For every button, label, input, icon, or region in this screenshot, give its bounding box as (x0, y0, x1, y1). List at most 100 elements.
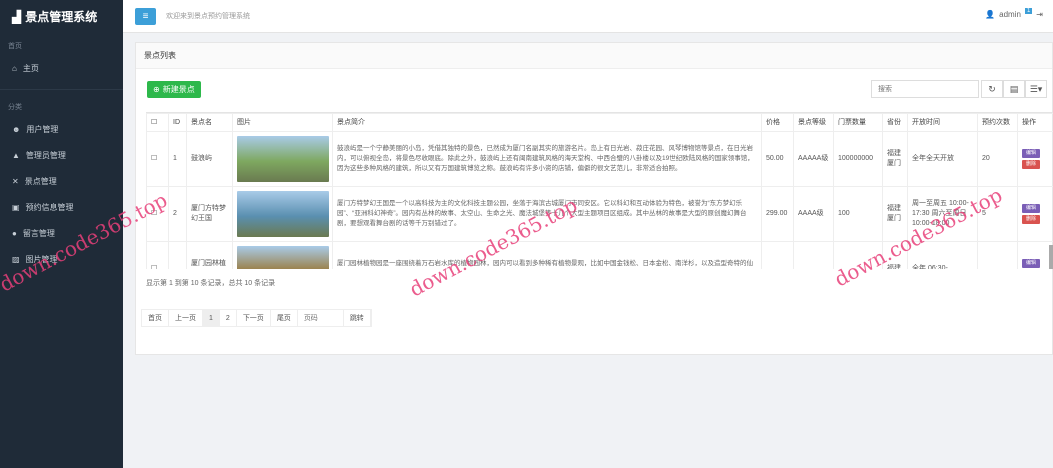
comment-icon: ● (12, 228, 17, 238)
cell-name: 厦门园林植物园 (186, 241, 233, 269)
sidebar-item-images[interactable]: ▨ 图片管理 (0, 246, 123, 272)
sidebar-item-spots[interactable]: ✕ 景点管理 (0, 168, 123, 194)
add-spot-button[interactable]: ⊕ 新建景点 (147, 81, 201, 98)
prev-page[interactable]: 上一页 (169, 310, 203, 326)
cell-name: 鼓浪屿 (186, 131, 233, 187)
row-checkbox[interactable]: ☐ (146, 131, 169, 187)
col-header[interactable]: 景点名 (186, 113, 233, 132)
col-header[interactable]: ID (168, 113, 187, 132)
cell-level (793, 241, 834, 269)
sidebar-item-messages[interactable]: ● 留言管理 (0, 220, 123, 246)
cell-id (168, 241, 187, 269)
table-row: ☐ 1 鼓浪屿 鼓浪屿是一个宁静美丽的小岛，凭借其独特的景色，已然成为厦门名副其… (146, 131, 1053, 187)
col-header[interactable]: 省份 (882, 113, 908, 132)
welcome-text: 欢迎来到景点预约管理系统 (166, 13, 250, 20)
desc-text: 鼓浪屿是一个宁静美丽的小岛，凭借其独特的景色，已然成为厦门名副其实的旅游名片。岛… (337, 145, 754, 172)
row-checkbox[interactable]: ☐ (146, 241, 169, 269)
cell-actions: 编辑删除 (1017, 241, 1053, 269)
cell-id: 2 (168, 186, 187, 242)
col-header[interactable]: 门票数量 (833, 113, 883, 132)
col-header[interactable]: 图片 (232, 113, 333, 132)
cell-actions: 编辑删除 (1017, 186, 1053, 242)
cell-price: 50.00 (761, 131, 794, 187)
col-header[interactable]: 价格 (761, 113, 794, 132)
refresh-icon[interactable]: ↻ (981, 80, 1003, 98)
cell-open-time: 全年 06:30- (907, 241, 978, 269)
scrollbar[interactable] (1049, 245, 1053, 269)
logout-icon[interactable]: ⇥ (1036, 10, 1043, 19)
app-title: 景点管理系统 (25, 10, 98, 24)
row-checkbox[interactable]: ☐ (146, 186, 169, 242)
delete-button[interactable]: 删除 (1022, 160, 1040, 169)
spot-image (237, 191, 329, 237)
label: 留言管理 (22, 228, 55, 238)
edit-button[interactable]: 编辑 (1022, 259, 1040, 268)
desc-text: 厦门方特梦幻王国是一个以高科技为主的文化科技主题公园，坐落于海滨古城厦门市同安区… (337, 200, 747, 227)
spot-image (237, 246, 329, 269)
sidebar-item-users[interactable]: ☻ 用户管理 (0, 116, 123, 142)
menu-toggle-button[interactable]: ≡ (135, 7, 156, 25)
cell-image (232, 241, 333, 269)
jump-button[interactable]: 跳转 (344, 310, 371, 326)
sidebar-item-bookings[interactable]: ▣ 预约信息管理 (0, 194, 123, 220)
sidebar-item-admins[interactable]: ▲ 管理员管理 (0, 142, 123, 168)
edit-button[interactable]: 编辑 (1022, 149, 1040, 158)
cell-province: 福建 (882, 241, 908, 269)
page-2[interactable]: 2 (220, 310, 237, 326)
cell-name: 厦门方特梦幻王国 (186, 186, 233, 242)
table-row: ☐ 2 厦门方特梦幻王国 厦门方特梦幻王国是一个以高科技为主的文化科技主题公园，… (146, 186, 1053, 242)
section-label: 首页 (8, 43, 22, 50)
user-icon: 👤 (985, 10, 996, 19)
page-number-input[interactable] (297, 310, 344, 326)
cell-province: 福建厦门 (882, 131, 908, 187)
tools-icon: ✕ (12, 176, 19, 186)
first-page[interactable]: 首页 (142, 310, 169, 326)
username: admin (999, 10, 1021, 19)
cell-open-time: 周一至周五 10:00-17:30 周六至周日 10:00-18:00 (907, 186, 978, 242)
toggle-view-icon[interactable]: ▤ (1003, 80, 1025, 98)
columns-dropdown-icon[interactable]: ☰▾ (1025, 80, 1047, 98)
col-header[interactable]: 景点等级 (793, 113, 834, 132)
cell-level: AAAAA级 (793, 131, 834, 187)
records-info: 显示第 1 到第 10 条记录，总共 10 条记录 (146, 280, 276, 287)
search-input[interactable] (871, 80, 979, 98)
image-icon: ▨ (12, 254, 20, 264)
cell-image (232, 131, 333, 187)
sidebar-item-home[interactable]: ⌂ 主页 (0, 55, 123, 81)
cell-tickets (833, 241, 883, 269)
panel-title: 景点列表 (136, 43, 1052, 69)
cell-price: 299.00 (761, 186, 794, 242)
label: 新建景点 (162, 85, 195, 94)
edit-button[interactable]: 编辑 (1022, 204, 1040, 213)
cell-price (761, 241, 794, 269)
cell-desc: 厦门方特梦幻王国是一个以高科技为主的文化科技主题公园，坐落于海滨古城厦门市同安区… (332, 186, 762, 242)
app-brand[interactable]: ▟ 景点管理系统 (0, 0, 123, 33)
cell-desc: 鼓浪屿是一个宁静美丽的小岛，凭借其独特的景色，已然成为厦门名副其实的旅游名片。岛… (332, 131, 762, 187)
calendar-icon: ▣ (12, 202, 20, 212)
pagination: 首页 上一页 1 2 下一页 尾页 跳转 (141, 309, 372, 327)
next-page[interactable]: 下一页 (237, 310, 271, 326)
cell-desc: 厦门园林植物园是一座围绕着万石岩水库的植物园林，园内可以看到多种稀有植物景观，比… (332, 241, 762, 269)
user-menu[interactable]: 👤 admin 1 ⇥ (985, 7, 1043, 19)
col-header[interactable]: 景点简介 (332, 113, 762, 132)
menu-icon: ≡ (142, 10, 149, 22)
topbar: ≡ 欢迎来到景点预约管理系统 👤 admin 1 ⇥ (123, 0, 1053, 33)
cell-count: 20 (977, 131, 1018, 187)
plus-circle-icon: ⊕ (153, 85, 160, 94)
divider (0, 89, 123, 90)
home-icon: ⌂ (12, 63, 17, 73)
cell-image (232, 186, 333, 242)
users-icon: ☻ (12, 124, 21, 134)
table-row: ☐ 厦门园林植物园 厦门园林植物园是一座围绕着万石岩水库的植物园林，园内可以看到… (146, 241, 1053, 269)
delete-button[interactable]: 删除 (1022, 215, 1040, 224)
section-label: 分类 (8, 104, 22, 111)
page-1[interactable]: 1 (203, 310, 220, 326)
select-all-checkbox[interactable]: ☐ (146, 113, 169, 132)
last-page[interactable]: 尾页 (271, 310, 298, 326)
col-header[interactable]: 开放时间 (907, 113, 978, 132)
label: 预约信息管理 (25, 202, 74, 212)
cell-level: AAAA级 (793, 186, 834, 242)
col-header[interactable]: 预约次数 (977, 113, 1018, 132)
label: 景点管理 (24, 176, 57, 186)
cell-count: 5 (977, 186, 1018, 242)
